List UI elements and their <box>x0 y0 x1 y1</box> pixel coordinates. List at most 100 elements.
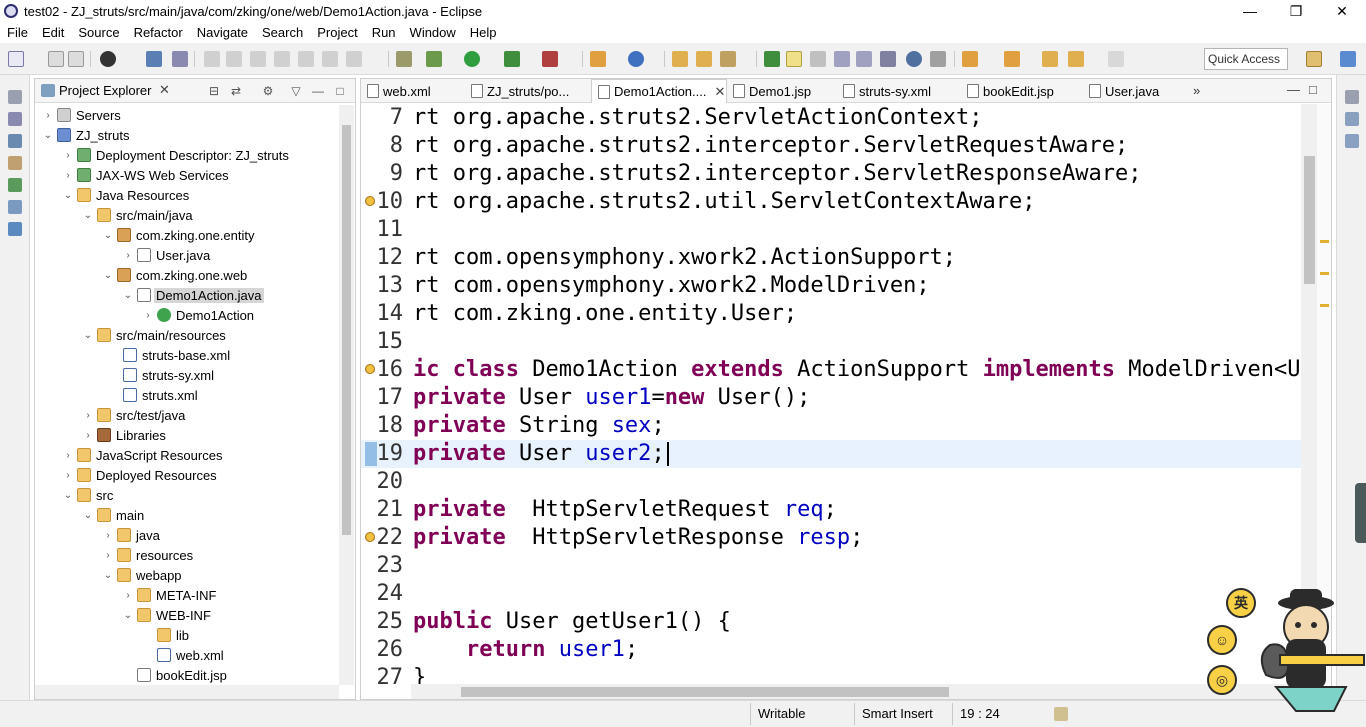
new-icon[interactable] <box>8 51 24 67</box>
step-over-icon[interactable] <box>322 51 338 67</box>
tree-item-deployed-resources[interactable]: › Deployed Resources <box>35 465 339 485</box>
word-wrap-icon[interactable] <box>856 51 872 67</box>
web-browser-icon[interactable] <box>906 51 922 67</box>
tab-user-java[interactable]: User.java <box>1083 79 1183 103</box>
chevron-right-icon[interactable]: › <box>61 450 75 461</box>
tree-item-main[interactable]: ⌄ main <box>35 505 339 525</box>
tree-item-meta-inf[interactable]: › META-INF <box>35 585 339 605</box>
chevron-down-icon[interactable]: ⌄ <box>101 270 115 281</box>
tree-item-jaxws[interactable]: › JAX-WS Web Services <box>35 165 339 185</box>
tree-item-package-web[interactable]: ⌄ com.zking.one.web <box>35 265 339 285</box>
code-text[interactable]: private User user2; <box>413 440 669 468</box>
restore-button[interactable]: ❐ <box>1273 0 1319 22</box>
ime-mascot-icon[interactable] <box>1236 585 1366 715</box>
menu-project[interactable]: Project <box>310 25 364 40</box>
tree-item-java[interactable]: › java <box>35 525 339 545</box>
code-text[interactable]: return user1; <box>413 636 638 664</box>
tree-item-lib[interactable]: lib <box>35 625 339 645</box>
side-handle[interactable] <box>1355 483 1366 543</box>
code-text[interactable]: } <box>413 664 426 684</box>
chevron-down-icon[interactable]: ⌄ <box>121 290 135 301</box>
forward-icon[interactable] <box>1108 51 1124 67</box>
chevron-down-icon[interactable]: ⌄ <box>101 230 115 241</box>
warning-marker[interactable] <box>1320 272 1329 275</box>
tab-struts-sy-xml[interactable]: struts-sy.xml <box>837 79 961 103</box>
show-whitespace-icon[interactable] <box>834 51 850 67</box>
code-line[interactable]: 15 <box>361 328 1301 356</box>
chevron-right-icon[interactable]: › <box>121 250 135 261</box>
code-text[interactable]: rt org.apache.struts2.util.ServletContex… <box>413 188 1036 216</box>
tree-item-demo1action-class[interactable]: › Demo1Action <box>35 305 339 325</box>
tree-item-demo1action-java[interactable]: ⌄ Demo1Action.java <box>35 285 339 305</box>
tree-item-javascript-resources[interactable]: › JavaScript Resources <box>35 445 339 465</box>
menu-window[interactable]: Window <box>403 25 463 40</box>
tree-item-web-xml[interactable]: web.xml <box>35 645 339 665</box>
resume-icon[interactable] <box>204 51 220 67</box>
code-line[interactable]: 16 ic class Demo1Action extends ActionSup… <box>361 356 1301 384</box>
menu-refactor[interactable]: Refactor <box>127 25 190 40</box>
type-hierarchy-icon[interactable] <box>8 156 22 170</box>
tab-overflow-button[interactable]: » <box>1193 83 1200 98</box>
terminate-icon[interactable] <box>250 51 266 67</box>
next-annotation-icon[interactable] <box>962 51 978 67</box>
chevron-down-icon[interactable]: ⌄ <box>41 130 55 141</box>
code-line[interactable]: 8 rt org.apache.struts2.interceptor.Servl… <box>361 132 1301 160</box>
new-class-icon[interactable] <box>628 51 644 67</box>
quick-access-field[interactable]: Quick Access <box>1204 48 1288 70</box>
code-line[interactable]: 9 rt org.apache.struts2.interceptor.Servl… <box>361 160 1301 188</box>
chevron-right-icon[interactable]: › <box>61 170 75 181</box>
toggle-mark-occurrences-icon[interactable] <box>764 51 780 67</box>
debug-perspective-icon[interactable] <box>100 51 116 67</box>
debug-icon[interactable] <box>426 51 442 67</box>
view-menu-icon[interactable]: ▽ <box>289 84 303 98</box>
chevron-right-icon[interactable]: › <box>41 110 55 121</box>
tab-demo1-jsp[interactable]: Demo1.jsp <box>727 79 837 103</box>
code-line[interactable]: 25 public User getUser1() { <box>361 608 1301 636</box>
tree-item-servers[interactable]: › Servers <box>35 105 339 125</box>
scrollbar-thumb[interactable] <box>342 125 351 535</box>
collapse-all-icon[interactable]: ⊟ <box>207 84 221 98</box>
chevron-right-icon[interactable]: › <box>81 410 95 421</box>
code-line[interactable]: 22 private HttpServletResponse resp; <box>361 524 1301 552</box>
chevron-right-icon[interactable]: › <box>101 530 115 541</box>
code-text[interactable]: private String sex; <box>413 412 665 440</box>
previous-annotation-icon[interactable] <box>1004 51 1020 67</box>
restore-icon[interactable] <box>8 90 22 104</box>
ime-emoji-icon[interactable]: ☺ <box>1207 625 1237 655</box>
link-with-editor-icon[interactable]: ⇄ <box>229 84 243 98</box>
maximize-editor-icon[interactable]: □ <box>1309 82 1317 97</box>
tree-item-src[interactable]: ⌄ src <box>35 485 339 505</box>
new-java-project-icon[interactable] <box>590 51 606 67</box>
snippets-icon[interactable] <box>8 178 22 192</box>
project-explorer-tab[interactable]: Project Explorer <box>59 83 151 98</box>
java-ee-perspective-icon[interactable] <box>1340 51 1356 67</box>
step-into-icon[interactable] <box>298 51 314 67</box>
chevron-right-icon[interactable]: › <box>61 470 75 481</box>
code-line[interactable]: 12 rt com.opensymphony.xwork2.ActionSuppo… <box>361 244 1301 272</box>
menu-search[interactable]: Search <box>255 25 310 40</box>
search-icon[interactable] <box>720 51 736 67</box>
external-tools-icon[interactable] <box>542 51 558 67</box>
code-line[interactable]: 10 rt org.apache.struts2.util.ServletCont… <box>361 188 1301 216</box>
restore-icon[interactable] <box>1345 90 1359 104</box>
explorer-horizontal-scrollbar[interactable] <box>35 685 339 699</box>
navigator-icon[interactable] <box>8 112 22 126</box>
editor-horizontal-scrollbar[interactable] <box>411 684 1301 699</box>
step-return-icon[interactable] <box>346 51 362 67</box>
menu-help[interactable]: Help <box>463 25 504 40</box>
minimize-view-icon[interactable]: — <box>311 84 325 98</box>
run-icon[interactable] <box>464 51 480 67</box>
tab-demo1action[interactable]: Demo1Action.... ✕ <box>591 79 727 103</box>
suspend-icon[interactable] <box>226 51 242 67</box>
tree-item-src-test-java[interactable]: › src/test/java <box>35 405 339 425</box>
code-line[interactable]: 27} <box>361 664 1301 684</box>
code-line[interactable]: 21 private HttpServletRequest req; <box>361 496 1301 524</box>
code-text[interactable]: private HttpServletRequest req; <box>413 496 837 524</box>
open-console-icon[interactable] <box>146 51 162 67</box>
code-text[interactable]: rt org.apache.struts2.ServletActionConte… <box>413 104 983 132</box>
chevron-right-icon[interactable]: › <box>121 590 135 601</box>
chevron-right-icon[interactable]: › <box>101 550 115 561</box>
last-edit-location-icon[interactable] <box>1042 51 1058 67</box>
tree-item-java-resources[interactable]: ⌄ Java Resources <box>35 185 339 205</box>
tree-item-user-java[interactable]: › User.java <box>35 245 339 265</box>
